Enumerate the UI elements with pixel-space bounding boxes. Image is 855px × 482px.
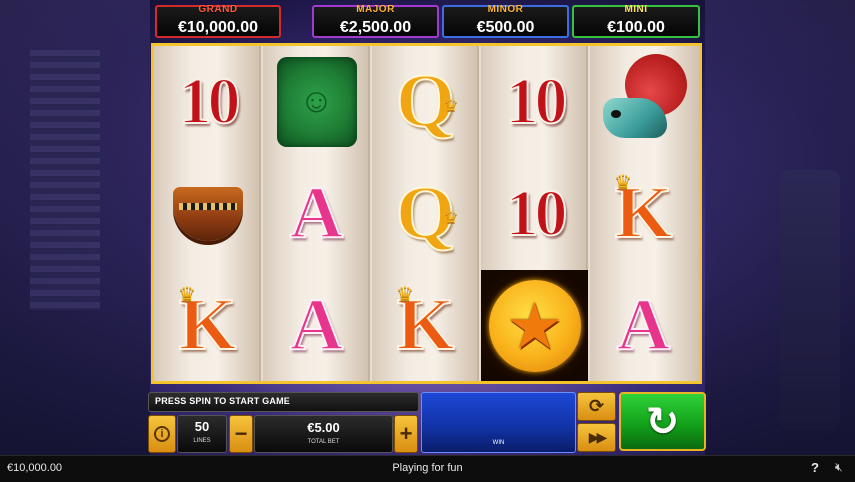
symbol-ace: A xyxy=(289,171,344,255)
symbol-ten: 10 xyxy=(505,176,569,251)
jackpot-minor-label: MINOR xyxy=(487,4,524,15)
decrease-bet-button[interactable]: − xyxy=(229,415,253,453)
reel-4: 10 10 ★ xyxy=(481,46,588,381)
autoplay-icon: ⟳ xyxy=(588,396,605,416)
symbol-queen: Q ♛ xyxy=(395,58,459,144)
crown-icon: ♛ xyxy=(614,172,632,194)
spin-icon: ↻ xyxy=(645,399,680,444)
symbol-jade-mask: ☺ xyxy=(263,46,370,157)
jackpot-mini-value: €100.00 xyxy=(607,19,665,36)
info-button[interactable]: i xyxy=(148,415,176,453)
symbol-queen: Q ♛ xyxy=(395,170,459,256)
symbol-king: K ♛ xyxy=(178,283,238,367)
symbol-feathered-serpent xyxy=(590,46,697,157)
symbol-bowl xyxy=(154,158,261,269)
jackpot-grand-label: GRAND xyxy=(198,4,238,15)
lines-display: 50 LINES xyxy=(177,415,227,453)
jackpot-mini-label: MINI xyxy=(624,4,648,15)
info-icon: i xyxy=(154,426,170,442)
jackpot-minor-value: €500.00 xyxy=(476,19,535,36)
symbol-king: K ♛ xyxy=(396,283,456,367)
total-bet-display: €5.00 TOTAL BET xyxy=(254,415,393,453)
reel-5: K ♛ A xyxy=(590,46,699,381)
reel-1: 10 K ♛ xyxy=(154,46,261,381)
reel-area: 10 K ♛ ☺ A A Q ♛ Q ♛ K ♛ 10 10 ★ K ♛ A xyxy=(151,43,702,384)
jackpot-minor: MINOR €500.00 xyxy=(442,4,569,38)
jackpot-major: MAJOR €2,500.00 xyxy=(312,4,439,38)
total-bet-value: €5.00 xyxy=(307,420,340,435)
symbol-ten: 10 xyxy=(505,64,569,139)
jackpot-major-label: MAJOR xyxy=(356,4,395,15)
crown-icon: ♛ xyxy=(396,284,414,306)
win-display: WIN xyxy=(421,392,576,453)
symbol-king: K ♛ xyxy=(614,171,674,255)
jackpot-bar: GRAND €10,000.00 MAJOR €2,500.00 MINOR €… xyxy=(155,4,700,39)
lines-label: LINES xyxy=(193,438,211,444)
symbol-ace: A xyxy=(616,283,671,367)
bowl-icon xyxy=(172,186,243,241)
jackpot-grand: GRAND €10,000.00 xyxy=(155,4,281,38)
reel-2: ☺ A A xyxy=(263,46,370,381)
jackpot-major-value: €2,500.00 xyxy=(339,19,412,36)
sound-muted-icon[interactable]: 🔇︎ xyxy=(835,460,843,475)
lines-value: 50 xyxy=(194,419,210,434)
message-text: PRESS SPIN TO START GAME xyxy=(155,396,290,406)
spin-button[interactable]: ↻ xyxy=(619,392,706,451)
status-bar: €10,000.00 Playing for fun ? 🔇︎ xyxy=(0,455,855,482)
increase-bet-button[interactable]: + xyxy=(394,415,418,453)
symbol-ace: A xyxy=(289,283,344,367)
star-icon: ★ xyxy=(488,279,581,372)
crown-icon: ♛ xyxy=(444,210,459,227)
crown-icon: ♛ xyxy=(178,284,196,306)
autoplay-button[interactable]: ⟳ xyxy=(577,392,616,421)
total-bet-label: TOTAL BET xyxy=(307,439,340,445)
reel-3: Q ♛ Q ♛ K ♛ xyxy=(372,46,479,381)
help-icon[interactable]: ? xyxy=(811,460,819,475)
jackpot-grand-value: €10,000.00 xyxy=(177,19,259,36)
symbol-star: ★ xyxy=(481,270,588,381)
turbo-button[interactable]: ▶▶ xyxy=(577,423,616,452)
play-mode-text: Playing for fun xyxy=(392,462,463,474)
win-label: WIN xyxy=(492,440,505,446)
feathered-serpent-icon xyxy=(601,53,687,150)
background-ruins-right xyxy=(705,0,855,455)
crown-icon: ♛ xyxy=(444,98,459,115)
jade-mask-icon: ☺ xyxy=(276,56,357,147)
symbol-ten: 10 xyxy=(178,64,242,139)
jackpot-mini: MINI €100.00 xyxy=(572,4,700,38)
control-panel: PRESS SPIN TO START GAME i 50 LINES − €5… xyxy=(148,390,708,454)
message-bar: PRESS SPIN TO START GAME xyxy=(148,392,419,412)
background-temple-left xyxy=(0,0,150,455)
fast-forward-icon: ▶▶ xyxy=(588,429,607,445)
